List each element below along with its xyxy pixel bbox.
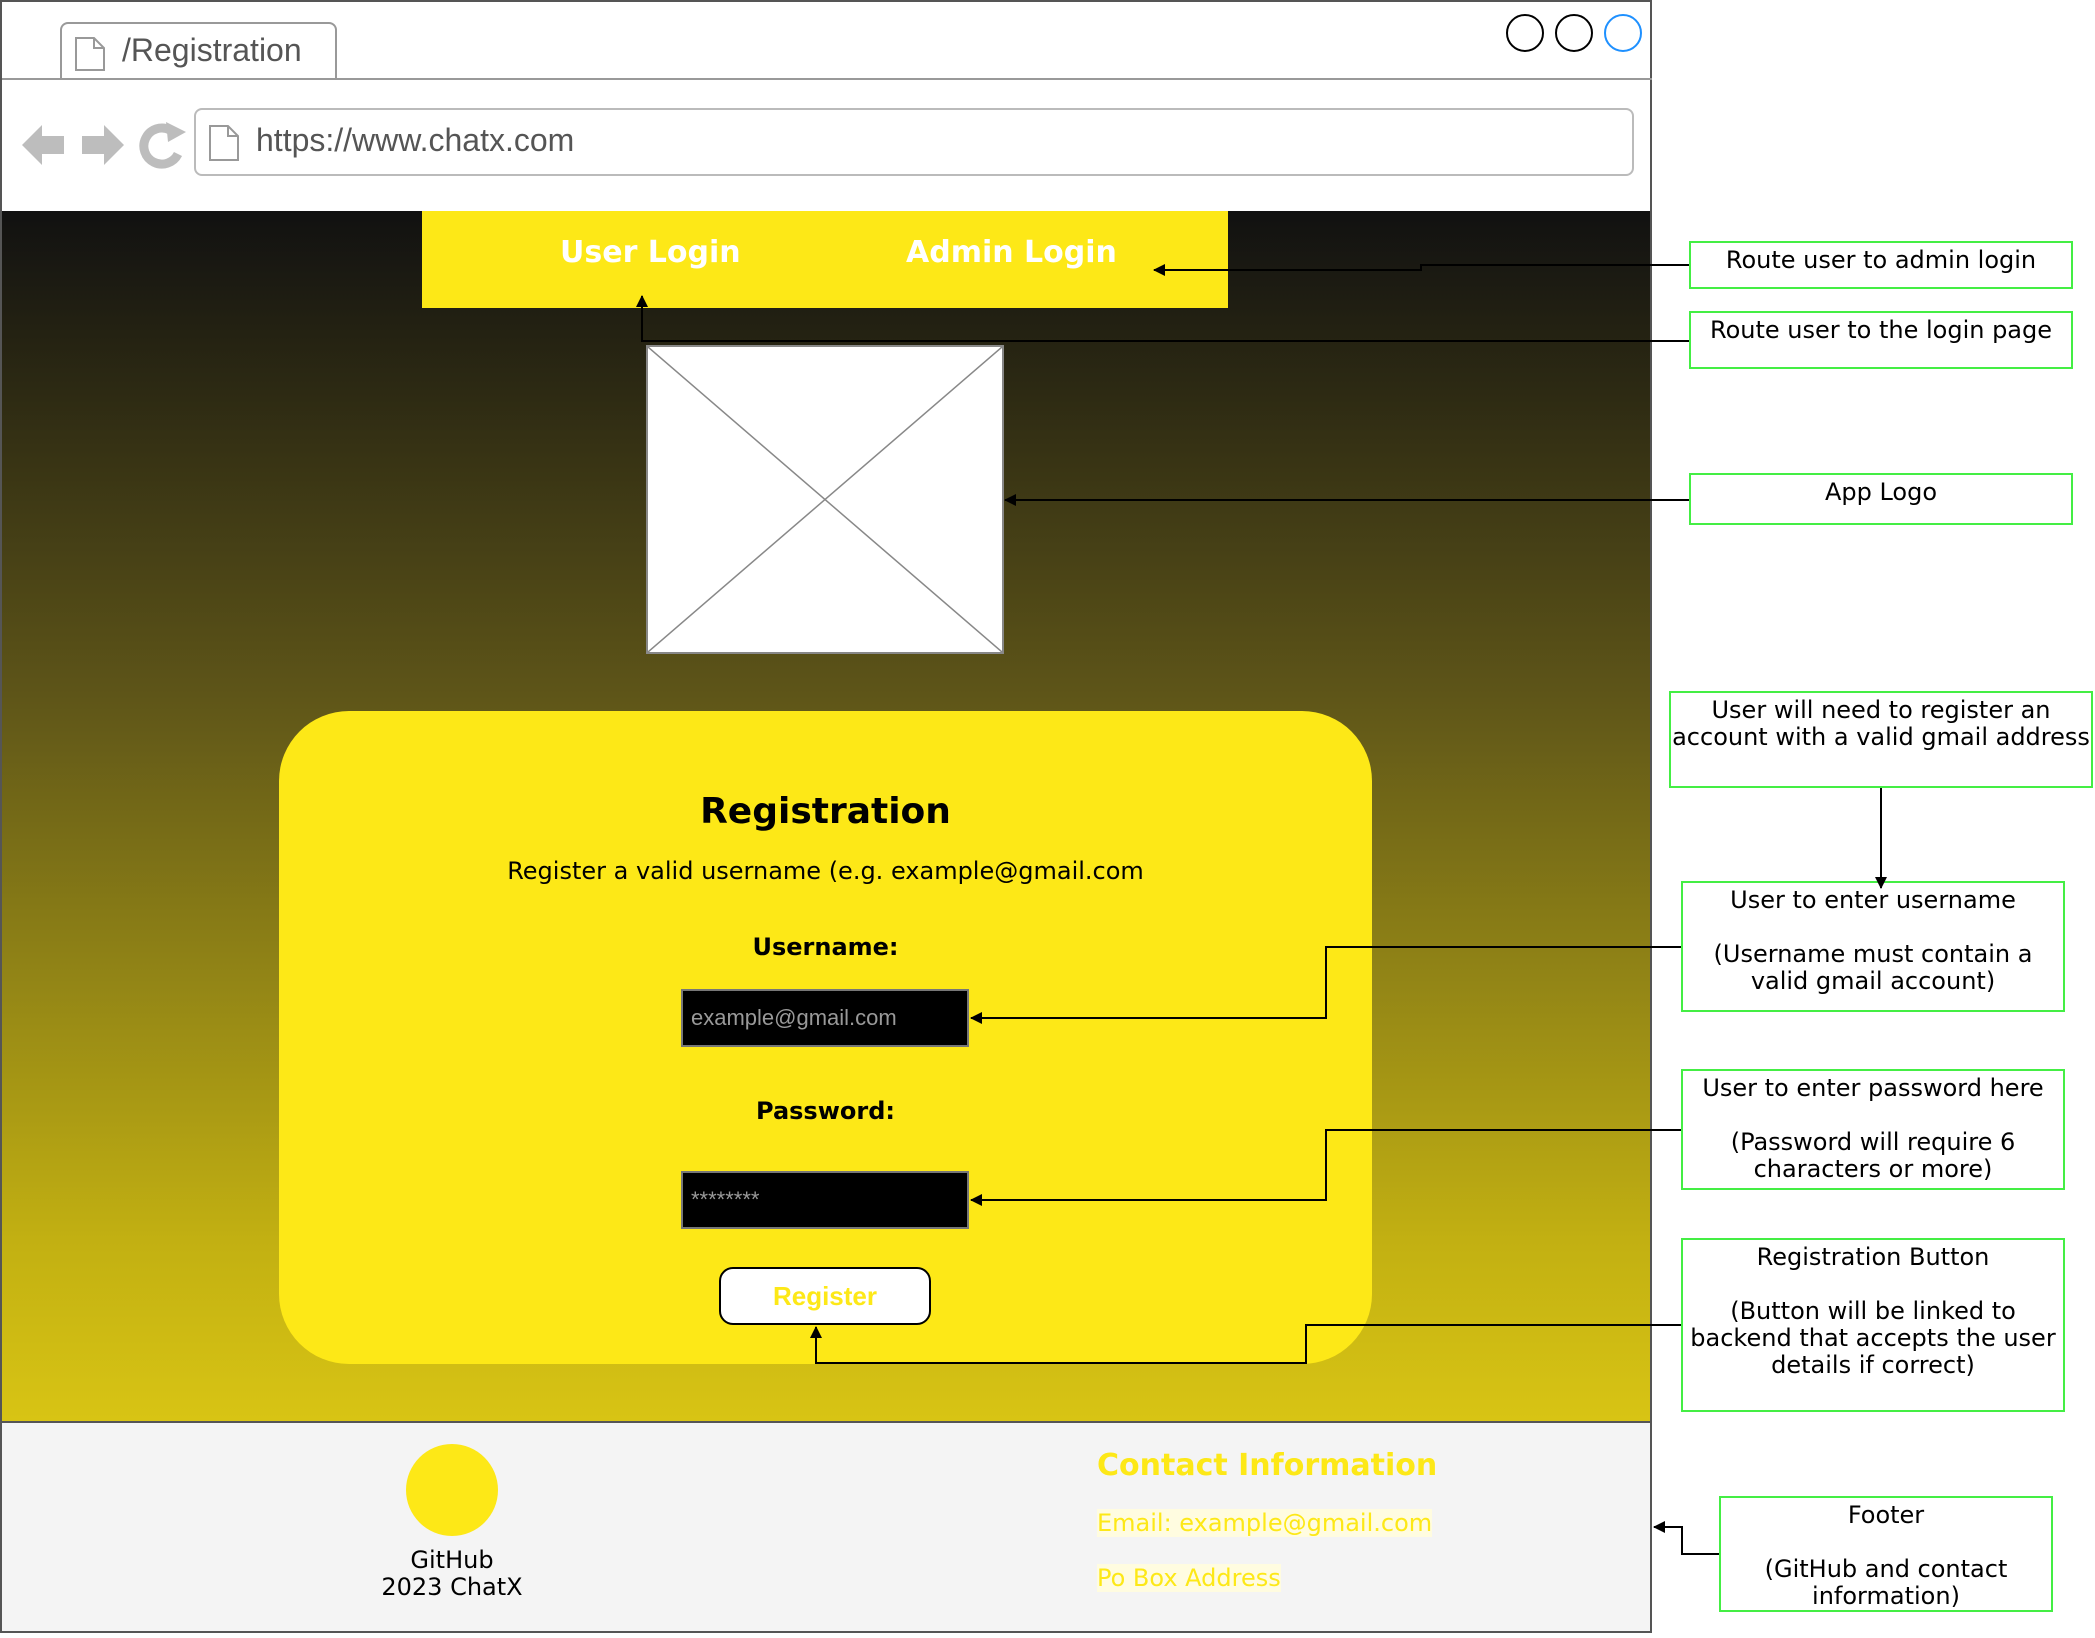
github-label[interactable]: GitHub xyxy=(352,1546,552,1574)
browser-nav-controls xyxy=(22,122,186,169)
registration-card: Registration Register a valid username (… xyxy=(279,711,1372,1364)
annotation-password-detail: (Password will require 6 characters or m… xyxy=(1730,1128,2016,1183)
forward-arrow-icon[interactable] xyxy=(82,125,124,165)
annotation-login-page-text: Route user to the login page xyxy=(1709,316,2053,344)
annotation-username-detail: (Username must contain a valid gmail acc… xyxy=(1713,940,2033,995)
username-label: Username: xyxy=(752,933,899,961)
github-icon[interactable] xyxy=(406,1444,498,1536)
annotation-password-title: User to enter password here xyxy=(1702,1074,2044,1102)
annotation-footer-title: Footer xyxy=(1847,1501,1925,1529)
contact-title: Contact Information xyxy=(1097,1448,1438,1483)
register-button[interactable]: Register xyxy=(719,1267,931,1325)
registration-subtitle: Register a valid username (e.g. example@… xyxy=(507,857,1144,885)
annotation-username-title: User to enter username xyxy=(1730,886,2016,914)
annotation-username: User to enter username (Username must co… xyxy=(1681,881,2065,1012)
username-input[interactable] xyxy=(681,989,969,1047)
password-input[interactable] xyxy=(681,1171,969,1229)
annotation-register-button: Registration Button (Button will be link… xyxy=(1681,1238,2065,1412)
annotation-register-detail: (Button will be linked to backend that a… xyxy=(1690,1297,2056,1379)
annotation-app-logo: App Logo xyxy=(1689,473,2073,525)
app-logo xyxy=(646,345,1004,654)
contact-email: Email: example@gmail.com xyxy=(1097,1509,1433,1537)
window-minimize-button[interactable] xyxy=(1555,14,1593,52)
annotation-footer-detail: (GitHub and contact information) xyxy=(1764,1555,2008,1610)
annotation-admin-login: Route user to admin login xyxy=(1689,241,2073,289)
annotation-gmail-requirement-text: User will need to register an account wi… xyxy=(1672,696,2090,751)
registration-title: Registration xyxy=(700,791,951,832)
tab-title: /Registration xyxy=(122,32,302,68)
window-maximize-button[interactable] xyxy=(1604,14,1642,52)
browser-tab[interactable]: /Registration xyxy=(60,22,337,80)
connector-footer xyxy=(1653,1521,1719,1555)
back-arrow-icon[interactable] xyxy=(22,125,64,165)
password-label: Password: xyxy=(756,1097,895,1125)
annotation-login-page: Route user to the login page xyxy=(1689,311,2073,369)
url-text: https://www.chatx.com xyxy=(256,122,575,158)
page-icon xyxy=(75,37,105,71)
contact-address: Po Box Address xyxy=(1097,1564,1281,1592)
annotation-admin-login-text: Route user to admin login xyxy=(1725,246,2037,274)
annotation-password: User to enter password here (Password wi… xyxy=(1681,1069,2065,1190)
top-nav-bar: User Login Admin Login xyxy=(422,211,1228,308)
annotation-register-title: Registration Button xyxy=(1756,1243,1990,1271)
page-icon xyxy=(209,125,239,161)
tab-divider xyxy=(2,78,1652,80)
window-close-button[interactable] xyxy=(1506,14,1544,52)
refresh-icon[interactable] xyxy=(139,122,186,169)
copyright-text: 2023 ChatX xyxy=(381,1573,523,1601)
annotation-footer: Footer (GitHub and contact information) xyxy=(1719,1496,2053,1612)
admin-login-link[interactable]: Admin Login xyxy=(906,235,1117,270)
footer: GitHub 2023 ChatX Contact Information Em… xyxy=(2,1421,1650,1631)
address-bar[interactable]: https://www.chatx.com xyxy=(194,108,1634,176)
annotation-gmail-requirement: User will need to register an account wi… xyxy=(1669,691,2093,788)
user-login-link[interactable]: User Login xyxy=(560,235,741,270)
annotation-app-logo-text: App Logo xyxy=(1824,478,1938,506)
image-placeholder-icon xyxy=(647,346,1003,653)
